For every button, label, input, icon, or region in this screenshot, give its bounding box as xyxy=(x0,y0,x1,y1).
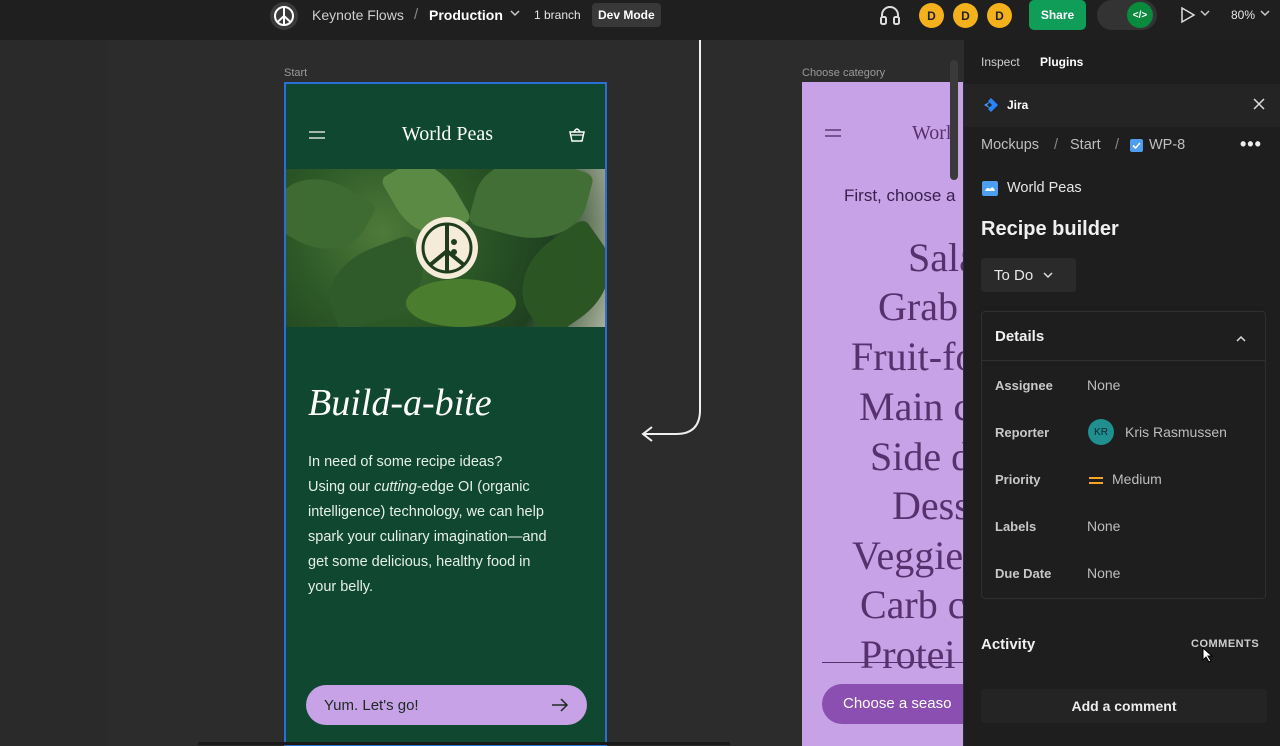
breadcrumb-separator: / xyxy=(1115,137,1120,153)
field-label: Due Date xyxy=(995,566,1052,581)
brand-title: World Peas xyxy=(401,123,494,145)
close-icon[interactable] xyxy=(1252,97,1266,116)
play-icon[interactable] xyxy=(1180,6,1196,29)
checkbox-task-icon xyxy=(1130,139,1143,152)
chevron-down-icon[interactable] xyxy=(1200,6,1210,25)
category-item[interactable]: Side d xyxy=(870,433,963,480)
breadcrumb-item[interactable]: Start xyxy=(1070,137,1101,153)
code-icon: </> xyxy=(1127,2,1153,28)
divider xyxy=(822,662,963,663)
breadcrumb-item[interactable]: WP-8 xyxy=(1149,137,1185,153)
tab-inspect[interactable]: Inspect xyxy=(981,55,1020,69)
field-label: Assignee xyxy=(995,378,1053,393)
field-label: Labels xyxy=(995,519,1037,534)
priority-medium-icon xyxy=(1089,473,1103,491)
avatar[interactable]: D xyxy=(919,3,944,28)
details-title: Details xyxy=(995,328,1045,345)
jira-icon xyxy=(983,97,999,118)
canvas-scrollbar[interactable] xyxy=(950,60,958,180)
plugin-title: Jira xyxy=(1007,98,1029,112)
status-dropdown[interactable]: To Do xyxy=(981,258,1076,292)
inspector-panel: Inspect Plugins Jira Mockups / Start / W… xyxy=(963,40,1280,746)
avatar: KR xyxy=(1088,419,1114,445)
chevron-down-icon[interactable] xyxy=(510,6,520,25)
body-line: intelligence) technology, we can help xyxy=(308,504,544,520)
basket-icon[interactable] xyxy=(568,126,586,148)
frame-choose-category[interactable]: Worl First, choose a Sala Grab Fruit-fo … xyxy=(802,82,963,746)
app-logo-icon[interactable] xyxy=(270,2,298,30)
project-name[interactable]: World Peas xyxy=(1007,180,1082,196)
arrow-right-icon xyxy=(552,698,569,712)
chevron-down-icon[interactable] xyxy=(1260,6,1270,25)
frame-header: World Peas xyxy=(286,84,605,169)
canvas-gutter xyxy=(0,40,108,746)
hero-image xyxy=(286,169,605,327)
peace-logo-icon xyxy=(414,215,480,286)
brand-title: Worl xyxy=(912,122,952,144)
category-item[interactable]: Veggie xyxy=(852,532,963,579)
page-name[interactable]: Production xyxy=(429,7,503,23)
breadcrumb-separator: / xyxy=(1054,137,1059,153)
chevron-up-icon[interactable] xyxy=(1236,330,1246,348)
project-icon xyxy=(982,181,998,196)
broccoli xyxy=(406,279,516,327)
category-item[interactable]: Main c xyxy=(859,383,963,430)
body-line: get some delicious, healthy food in xyxy=(308,554,531,570)
frame-start[interactable]: World Peas Build-a-bite In need of some … xyxy=(284,82,607,746)
zoom-level[interactable]: 80% xyxy=(1231,8,1255,22)
body-line: spark your culinary imagination—and xyxy=(308,529,547,545)
body-line: In need of some recipe ideas? xyxy=(308,454,503,470)
headline: Build-a-bite xyxy=(308,382,492,424)
category-prompt: First, choose a xyxy=(844,186,956,205)
project-name[interactable]: Keynote Flows xyxy=(312,7,404,23)
breadcrumb-separator: / xyxy=(414,6,419,23)
cta-button[interactable]: Yum. Let's go! xyxy=(306,685,587,725)
share-button[interactable]: Share xyxy=(1029,0,1086,30)
details-section: Details Assignee None Reporter KR Kris R… xyxy=(981,311,1266,599)
headphones-icon[interactable] xyxy=(879,4,901,31)
season-button-label: Choose a seaso xyxy=(843,695,952,712)
season-button[interactable]: Choose a seaso xyxy=(822,684,963,724)
category-item[interactable]: Protei xyxy=(860,631,956,678)
field-label: Reporter xyxy=(995,425,1050,440)
canvas-hscrollbar[interactable] xyxy=(198,742,730,745)
more-icon[interactable]: ••• xyxy=(1240,134,1262,155)
body-line: Using our cutting-edge OI (organic xyxy=(308,479,530,495)
top-toolbar: Keynote Flows / Production 1 branch Dev … xyxy=(0,0,1280,40)
activity-title: Activity xyxy=(981,636,1036,653)
issue-title[interactable]: Recipe builder xyxy=(981,218,1119,241)
menu-icon[interactable] xyxy=(824,126,842,144)
category-item[interactable]: Carb c xyxy=(860,581,963,628)
breadcrumb-item[interactable]: Mockups xyxy=(981,137,1039,153)
status-label: To Do xyxy=(994,266,1034,284)
frame-label-start[interactable]: Start xyxy=(284,67,307,79)
dev-mode-toggle[interactable]: </> xyxy=(1097,0,1157,30)
dev-mode-badge[interactable]: Dev Mode xyxy=(592,3,661,27)
labels-value[interactable]: None xyxy=(1087,518,1120,534)
priority-value[interactable]: Medium xyxy=(1112,471,1162,487)
add-comment-button[interactable]: Add a comment xyxy=(981,689,1267,723)
body-line: your belly. xyxy=(308,579,374,595)
chevron-down-icon xyxy=(1043,272,1053,279)
tab-plugins[interactable]: Plugins xyxy=(1040,55,1083,69)
body-text: In need of some recipe ideas? Using our … xyxy=(308,450,598,600)
prototype-connector[interactable] xyxy=(636,40,706,450)
branch-button[interactable]: 1 branch xyxy=(534,8,581,22)
avatar[interactable]: D xyxy=(953,3,978,28)
category-item[interactable]: Dess xyxy=(892,482,963,529)
avatar[interactable]: D xyxy=(987,3,1012,28)
assignee-value[interactable]: None xyxy=(1087,377,1120,393)
category-item[interactable]: Fruit-fo xyxy=(851,333,963,380)
category-item[interactable]: Grab xyxy=(878,283,958,330)
cursor-icon xyxy=(1202,646,1214,668)
field-label: Priority xyxy=(995,472,1041,487)
cta-label: Yum. Let's go! xyxy=(324,696,419,714)
reporter-value[interactable]: Kris Rasmussen xyxy=(1125,424,1227,440)
frame-label-choose-category[interactable]: Choose category xyxy=(802,67,885,79)
due-date-value[interactable]: None xyxy=(1087,565,1120,581)
category-item[interactable]: Sala xyxy=(908,234,963,281)
